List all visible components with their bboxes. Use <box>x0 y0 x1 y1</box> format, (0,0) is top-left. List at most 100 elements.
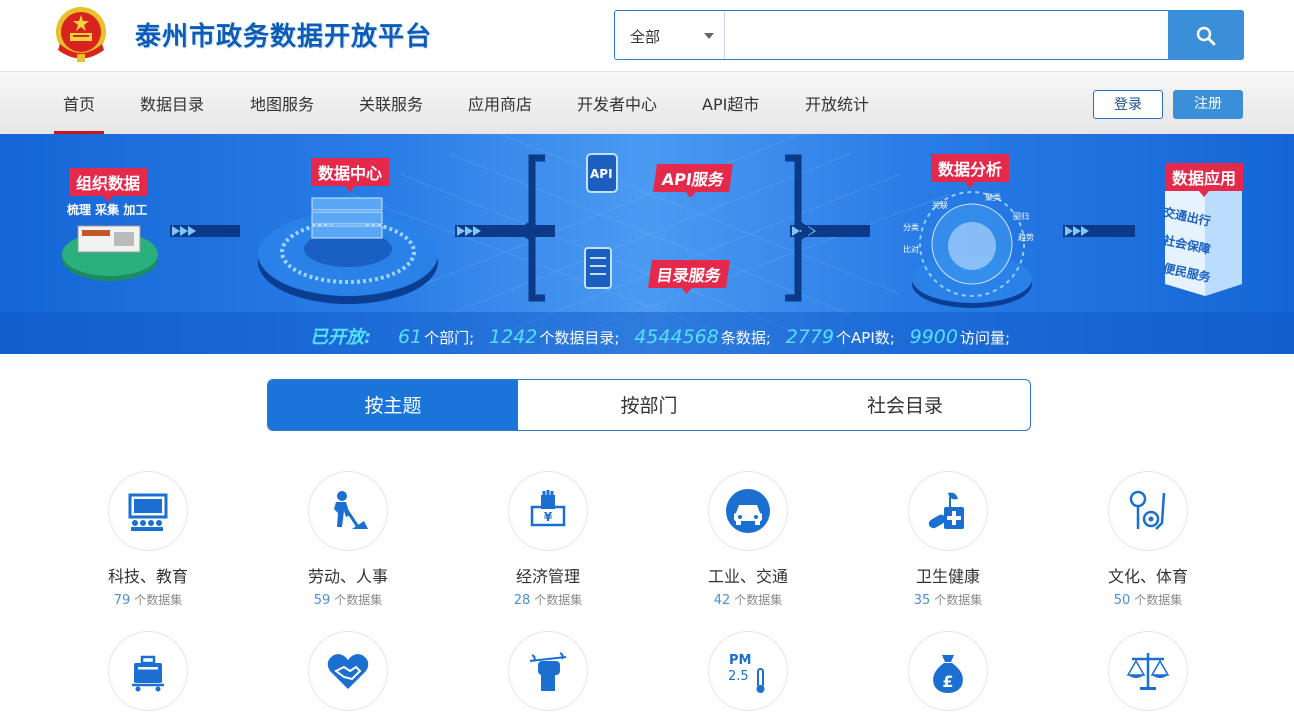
category-name: 文化、体育 <box>1107 567 1188 586</box>
nav-item-statistics[interactable]: 开放统计 <box>805 72 869 134</box>
svg-text:¥: ¥ <box>544 510 553 524</box>
category-icon-circle <box>1108 631 1188 711</box>
stat-visits-value: 9900 <box>909 326 958 348</box>
category-count-value: 50 <box>1113 593 1131 608</box>
category-count: 50 个数据集 <box>1068 591 1228 608</box>
open-stats: 已开放: 61 个部门; 1242 个数据目录; 4544568 条数据; 2779 个… <box>310 323 1016 349</box>
stat-apis-value: 2779 <box>785 326 835 348</box>
money-hand-icon: ¥ <box>530 490 566 527</box>
category-count: 79 个数据集 <box>68 591 228 608</box>
login-button[interactable]: 登录 <box>1093 90 1163 119</box>
search-scope-value: 全部 <box>630 28 661 46</box>
category-count-unit: 个数据集 <box>134 593 183 607</box>
sports-icon <box>1129 490 1166 530</box>
analysis-word: 关联 <box>932 201 948 210</box>
header: 泰州市政务数据开放平台 全部 <box>0 0 1294 71</box>
main-nav: 首页 数据目录 地图服务 关联服务 应用商店 开发者中心 API超市 开放统计 … <box>0 71 1294 134</box>
category-tile[interactable] <box>268 631 428 711</box>
category-name: 劳动、人事 <box>307 567 388 586</box>
medicine-icon <box>928 492 964 529</box>
catalog-tabs: 按主题 按部门 社会目录 <box>267 379 1031 431</box>
scales-icon <box>1126 653 1170 690</box>
stat-records-unit: 条数据; <box>720 329 771 347</box>
tag-data-center: 数据中心 <box>311 158 390 192</box>
national-emblem-icon <box>56 7 106 62</box>
category-count: 28 个数据集 <box>468 591 628 608</box>
fist-branch-icon <box>529 652 567 691</box>
category-tile[interactable]: PM 2.5 <box>668 631 828 711</box>
organize-sub-label: 梳理 采集 加工 <box>67 203 148 217</box>
category-count-unit: 个数据集 <box>934 593 983 607</box>
site-title: 泰州市政务数据开放平台 <box>135 22 433 52</box>
register-button[interactable]: 注册 <box>1173 90 1243 119</box>
analysis-word: 聚类 <box>985 193 1001 202</box>
search-bar: 全部 <box>614 10 1244 60</box>
api-icon-label: API <box>590 167 613 181</box>
search-input[interactable] <box>725 11 1169 59</box>
nav-item-map-service[interactable]: 地图服务 <box>250 72 314 134</box>
banner-illustration <box>0 134 1294 354</box>
stats-prefix: 已开放: <box>310 327 372 348</box>
category-health[interactable]: 卫生健康 35 个数据集 <box>868 471 1028 608</box>
category-count-value: 79 <box>113 593 131 608</box>
pm-label: PM <box>729 653 751 668</box>
luggage-cart-icon <box>132 655 164 692</box>
nav-item-data-catalog[interactable]: 数据目录 <box>140 72 204 134</box>
stat-catalogs-value: 1242 <box>489 326 538 348</box>
category-tile[interactable] <box>468 631 628 711</box>
classroom-icon <box>128 493 168 531</box>
stat-apis-unit: 个API数; <box>836 329 895 347</box>
stat-records-value: 4544568 <box>634 326 719 348</box>
category-icon-circle <box>108 631 188 711</box>
tag-data-analysis: 数据分析 <box>931 154 1010 188</box>
nav-item-api-market[interactable]: API超市 <box>702 72 759 134</box>
category-name: 工业、交通 <box>707 567 788 586</box>
category-tile[interactable] <box>1068 631 1228 711</box>
category-count-unit: 个数据集 <box>334 593 383 607</box>
category-tile[interactable]: £ <box>868 631 1028 711</box>
pound-bag-icon: £ <box>933 655 963 693</box>
nav-item-developer-center[interactable]: 开发者中心 <box>577 72 657 134</box>
category-count-unit: 个数据集 <box>534 593 583 607</box>
category-count-unit: 个数据集 <box>734 593 783 607</box>
stat-catalogs-unit: 个数据目录; <box>539 329 620 347</box>
category-name: 卫生健康 <box>915 567 980 586</box>
category-icon-circle <box>1108 471 1188 551</box>
category-count-value: 59 <box>313 593 331 608</box>
category-name: 经济管理 <box>515 567 580 586</box>
category-count-value: 28 <box>513 593 531 608</box>
tag-organize-data: 组织数据 <box>69 168 148 202</box>
tab-by-department[interactable]: 按部门 <box>518 380 780 430</box>
tab-by-theme[interactable]: 按主题 <box>268 380 518 430</box>
hero-banner: 组织数据 梳理 采集 加工 数据中心 API API服务 目录服务 数据分析 关… <box>0 134 1294 354</box>
category-count-unit: 个数据集 <box>1134 593 1183 607</box>
search-scope-select[interactable]: 全部 <box>615 11 725 59</box>
category-icon-circle <box>908 471 988 551</box>
category-count-value: 42 <box>713 593 731 608</box>
category-icon-circle: £ <box>908 631 988 711</box>
stat-departments-value: 61 <box>397 326 423 348</box>
category-economic-management[interactable]: ¥ 经济管理 28 个数据集 <box>468 471 628 608</box>
category-count: 35 个数据集 <box>868 591 1028 608</box>
category-count: 42 个数据集 <box>668 591 828 608</box>
category-icon-circle <box>308 471 388 551</box>
svg-text:£: £ <box>942 672 953 691</box>
category-tile[interactable] <box>68 631 228 711</box>
category-culture-sports[interactable]: 文化、体育 50 个数据集 <box>1068 471 1228 608</box>
nav-item-linked-service[interactable]: 关联服务 <box>359 72 423 134</box>
tab-social-catalog[interactable]: 社会目录 <box>780 380 1030 430</box>
nav-item-home[interactable]: 首页 <box>53 72 105 134</box>
category-industry-transport[interactable]: 工业、交通 42 个数据集 <box>668 471 828 608</box>
analysis-word: 回归 <box>1013 212 1029 221</box>
stat-visits-unit: 访问量; <box>959 329 1011 347</box>
chevron-down-icon <box>704 33 714 39</box>
category-icon-circle: PM 2.5 <box>708 631 788 711</box>
search-button[interactable] <box>1168 10 1244 60</box>
category-tech-education[interactable]: 科技、教育 79 个数据集 <box>68 471 228 608</box>
nav-item-app-store[interactable]: 应用商店 <box>468 72 532 134</box>
car-icon <box>726 489 770 533</box>
category-icon-circle <box>308 631 388 711</box>
category-name: 科技、教育 <box>107 567 188 586</box>
category-labor-personnel[interactable]: 劳动、人事 59 个数据集 <box>268 471 428 608</box>
analysis-word: 分类 <box>903 223 919 232</box>
